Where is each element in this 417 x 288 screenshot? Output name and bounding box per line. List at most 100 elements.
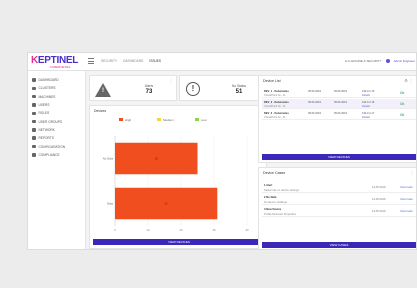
x-tick-label: 0 (114, 228, 116, 232)
table-row[interactable]: DEV_3 - Kubernetes CheckPoint fw - 11 05.0… (262, 110, 416, 120)
device-date-updated: 05.06.2019 (334, 101, 347, 104)
device-details-link[interactable]: Details (362, 94, 370, 97)
view-devices-list-button[interactable]: VIEW DEVICES (262, 154, 416, 160)
device-name: DEV_2 - Kubernetes (264, 101, 289, 104)
case-date: 13.05.2019 (372, 210, 386, 213)
case-title: 1 Alert (264, 184, 273, 187)
legend-label: Low (201, 118, 207, 122)
device-ip: 192.0.2.16 (362, 101, 375, 104)
nav-dashboard[interactable]: DASHBOARD (123, 59, 143, 63)
list-item[interactable]: 3 New Device Profile Relevant Properties 1… (262, 206, 416, 217)
users-icon (32, 103, 36, 107)
sidebar-item-user-groups[interactable]: USER GROUPS (28, 117, 85, 125)
top-nav: SECURITY DASHBOARD ISSUES (101, 59, 161, 63)
legend-label: High (125, 118, 132, 122)
more-icon[interactable]: ⋮ (169, 78, 173, 83)
x-tick-label: 20 (179, 228, 183, 232)
x-tick-label: 10 (146, 228, 150, 232)
app-window: KEPTINEL KUBERNETES SECURITY DASHBOARD I… (27, 52, 417, 250)
devices-chart-card: Devices ⋮ HighMediumLow010203040No Data2… (89, 105, 267, 249)
device-ip: 192.0.2.17 (362, 112, 375, 115)
groups-icon (32, 119, 36, 124)
sidebar-item-machines[interactable]: MACHINES (28, 93, 85, 101)
sidebar-item-dashboard[interactable]: DASHBOARD (28, 76, 85, 84)
config-icon (32, 144, 36, 149)
sidebar-item-reports[interactable]: REPORTS (28, 134, 85, 142)
case-description: No device readings (264, 200, 288, 204)
device-details-link[interactable]: Details (362, 116, 370, 119)
stat-value: 51 (235, 89, 243, 95)
device-list-card: Device List ⚙ ⋮ DEV_1 - Kubernetes CheckP… (258, 75, 416, 163)
device-status-badge: Ok (400, 91, 405, 95)
device-cases-card: Device Cases ⋮ 1 Alert Failed rule on dev… (258, 167, 416, 249)
device-list-title: Device List (263, 79, 281, 83)
device-status-badge: Ok (400, 102, 405, 106)
alerts-stat-card[interactable]: ! Alerts 73 ⋮ (89, 75, 177, 101)
no-status-stat-card[interactable]: ! No Status 51 ⋮ (179, 75, 267, 101)
x-tick-label: 40 (245, 228, 249, 232)
device-name: DEV_1 - Kubernetes (264, 90, 289, 93)
view-cases-button[interactable]: VIEW CASES (262, 242, 416, 248)
compliance-icon (32, 153, 36, 157)
device-date: 05.06.2019 (308, 112, 321, 115)
x-tick-label: 30 (212, 228, 216, 232)
org-name: LLC-ENGINE & SECURITY (344, 59, 382, 63)
device-sub: CheckPoint fw - 11 (264, 94, 286, 97)
case-description: Profile Relevant Properties (264, 212, 296, 216)
list-item[interactable]: 2 No Data No device readings 14.05.2019 Vie… (262, 194, 416, 205)
nav-security[interactable]: SECURITY (101, 59, 117, 63)
user-name[interactable]: Admin Engineer (394, 59, 415, 63)
more-icon[interactable]: ⋮ (410, 170, 414, 175)
chart-title: Devices (94, 109, 107, 113)
device-date: 05.06.2019 (308, 90, 321, 93)
view-case-link[interactable]: View Case (400, 210, 413, 213)
stat-label: Alerts (144, 84, 154, 88)
device-sub: CheckPoint fw - 11 (264, 105, 286, 108)
sidebar-item-compliance[interactable]: COMPLIANCE (28, 151, 85, 159)
more-icon[interactable]: ⋮ (409, 78, 413, 83)
list-item[interactable]: 1 Alert Failed rule on device settings 14.… (262, 182, 416, 193)
device-status-badge: Ok (400, 113, 405, 117)
legend-swatch (157, 118, 161, 121)
sidebar: DASHBOARD CLUSTERS MACHINES USERS ROLES … (28, 71, 86, 249)
case-title: 2 No Data (264, 196, 277, 199)
cluster-icon (32, 86, 36, 91)
machine-icon (32, 94, 36, 99)
device-details-link[interactable]: Details (362, 105, 370, 108)
device-date-updated: 05.06.2019 (334, 90, 347, 93)
sidebar-item-roles[interactable]: ROLES (28, 109, 85, 117)
sidebar-item-users[interactable]: USERS (28, 101, 85, 109)
settings-icon[interactable]: ⚙ (404, 78, 408, 83)
top-right-area: LLC-ENGINE & SECURITY Admin Engineer (345, 59, 415, 63)
card-actions: ⚙ ⋮ (404, 78, 413, 83)
case-title: 3 New Device (264, 208, 282, 211)
logo-subtitle: KUBERNETES (50, 65, 71, 69)
data-label: 25 (155, 157, 159, 161)
y-tick-label: No Data (103, 157, 114, 161)
sidebar-item-clusters[interactable]: CLUSTERS (28, 84, 85, 92)
table-row[interactable]: DEV_1 - Kubernetes CheckPoint fw - 11 05.0… (262, 88, 416, 98)
device-date: 05.06.2019 (308, 101, 321, 104)
sidebar-item-configuration[interactable]: CONFIGURATION (28, 142, 85, 150)
menu-icon[interactable] (88, 58, 94, 64)
device-sub: CheckPoint fw - 11 (264, 116, 286, 119)
data-label: 31 (164, 202, 168, 206)
devices-bar-chart: High Medium Low 0 10 20 30 40 No Data 25 Data 31 (103, 118, 249, 232)
roles-icon (32, 111, 36, 116)
view-devices-button[interactable]: VIEW DEVICES (93, 239, 265, 245)
legend-swatch (119, 118, 123, 121)
device-date-updated: 05.06.2019 (334, 112, 347, 115)
user-avatar[interactable] (385, 59, 390, 63)
sidebar-item-network[interactable]: NETWORK (28, 126, 85, 134)
dashboard-icon (32, 78, 36, 82)
stat-label: No Status (232, 84, 246, 88)
device-ip: 192.0.2.15 (362, 90, 375, 93)
device-cases-title: Device Cases (263, 171, 286, 175)
nav-issues[interactable]: ISSUES (149, 59, 161, 63)
view-case-link[interactable]: View Case (400, 198, 413, 201)
reports-icon (32, 136, 36, 140)
view-case-link[interactable]: View Case (400, 186, 413, 189)
network-icon (32, 128, 36, 132)
case-date: 14.05.2019 (372, 186, 386, 189)
table-row[interactable]: DEV_2 - Kubernetes CheckPoint fw - 11 05.0… (262, 99, 416, 109)
